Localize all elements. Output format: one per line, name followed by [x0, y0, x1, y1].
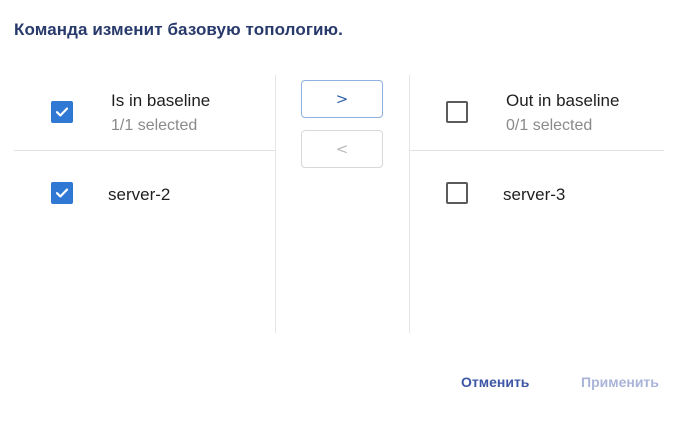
- check-icon: [55, 188, 69, 198]
- left-select-all-checkbox[interactable]: [51, 101, 73, 123]
- left-panel-title: Is in baseline: [111, 91, 211, 110]
- right-panel-selected-count: 0/1 selected: [506, 117, 593, 134]
- right-panel-divider: [409, 75, 410, 333]
- right-select-all-checkbox[interactable]: [446, 101, 468, 123]
- move-right-button[interactable]: >: [301, 80, 383, 118]
- left-panel-selected-count: 1/1 selected: [111, 117, 198, 134]
- move-left-button[interactable]: <: [301, 130, 383, 168]
- server-2-checkbox[interactable]: [51, 182, 73, 204]
- cancel-button[interactable]: Отменить: [461, 374, 529, 390]
- left-panel-divider: [275, 75, 276, 333]
- right-header-separator: [410, 150, 664, 151]
- server-3-checkbox[interactable]: [446, 182, 468, 204]
- check-icon: [55, 107, 69, 117]
- dialog-title: Команда изменит базовую топологию.: [14, 20, 343, 39]
- right-panel-title: Out in baseline: [506, 91, 620, 110]
- transfer-dialog: Команда изменит базовую топологию. Is in…: [0, 0, 700, 425]
- left-header-separator: [14, 150, 275, 151]
- list-item-label: server-2: [108, 185, 171, 204]
- apply-button[interactable]: Применить: [581, 374, 659, 390]
- list-item-label: server-3: [503, 185, 566, 204]
